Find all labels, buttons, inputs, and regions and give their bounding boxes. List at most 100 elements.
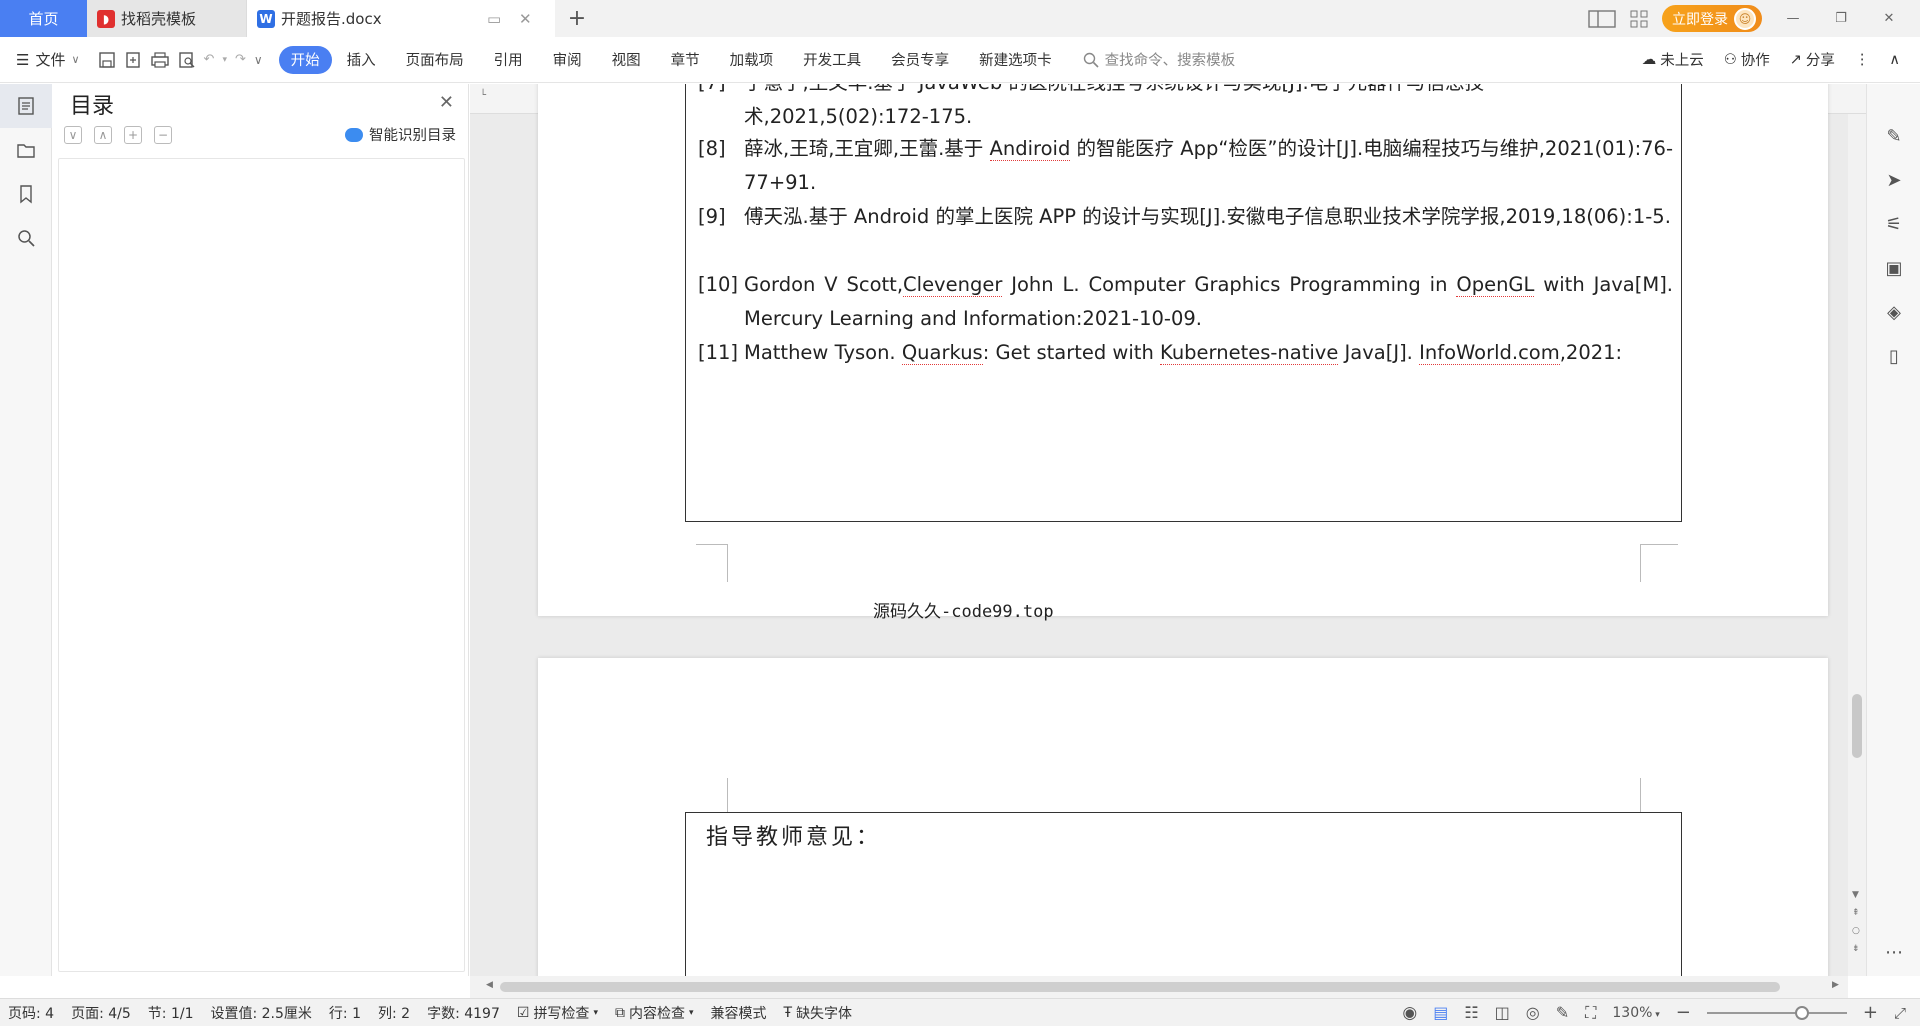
expand-icon[interactable]: ∨ [64, 126, 82, 144]
menu-home[interactable]: 开始 [278, 45, 332, 74]
book-icon: ▯ [1889, 345, 1899, 367]
fit-page-icon[interactable]: ⛶ [1585, 1003, 1596, 1023]
reference-7-line2: 术,2021,5(02):172-175. [744, 105, 973, 128]
tab-template[interactable]: ◗ 找稻壳模板 [87, 0, 247, 37]
eye-protect-icon[interactable]: ◉ [1402, 1003, 1417, 1023]
status-pages[interactable]: 页面: 4/5 [71, 1003, 131, 1023]
zoom-slider-knob[interactable] [1794, 1005, 1809, 1020]
tool-button[interactable]: ◈ [1867, 290, 1920, 334]
customize-dropdown-icon[interactable]: ∨ [254, 53, 263, 67]
compat-mode[interactable]: 兼容模式 [711, 1003, 767, 1023]
command-search[interactable]: 查找命令、搜索模板 [1083, 49, 1236, 70]
tool-button[interactable]: ✎ [1867, 114, 1920, 158]
page-footer: 源码久久-code99.top [873, 602, 1054, 622]
menu-view[interactable]: 视图 [597, 46, 656, 74]
tab-stop-icon[interactable]: └ [480, 90, 486, 101]
zoom-level[interactable]: 130% ▾ [1612, 1005, 1659, 1021]
scroll-left-icon[interactable]: ◀ [486, 980, 493, 990]
next-page-icon[interactable]: ⇟ [1852, 944, 1860, 954]
save-icon[interactable] [98, 51, 116, 69]
zoom-in-icon[interactable]: + [1863, 1002, 1878, 1023]
docer-icon: ◗ [97, 9, 115, 28]
close-tab-icon[interactable]: ✕ [519, 10, 545, 28]
menu-page-layout[interactable]: 页面布局 [391, 46, 479, 74]
restore-button[interactable]: ❐ [1824, 4, 1858, 34]
redo-icon[interactable]: ↷ [235, 52, 246, 67]
crop-mark [1640, 544, 1678, 582]
spell-check-button[interactable]: ☑ 拼写检查 ▾ [517, 1003, 598, 1023]
scroll-down-icon[interactable]: ▼ [1852, 890, 1859, 900]
scroll-right-icon[interactable]: ▶ [1832, 980, 1839, 990]
more-tools-button[interactable]: ⋯ [1867, 930, 1920, 974]
tab-document[interactable]: W 开题报告.docx ▭ ✕ [247, 0, 555, 37]
cloud-status[interactable]: ☁ 未上云 [1642, 49, 1704, 70]
login-button[interactable]: 立即登录 ☺ [1662, 5, 1762, 32]
menu-developer[interactable]: 开发工具 [788, 46, 876, 74]
new-tab-button[interactable]: + [555, 0, 599, 37]
collab-button[interactable]: ⚇ 协作 [1724, 49, 1770, 70]
page-5[interactable]: 指导教师意见： [538, 658, 1828, 976]
horizontal-scrollbar[interactable]: ◀ ▶ [470, 976, 1848, 998]
undo-dropdown-icon[interactable]: ▾ [222, 55, 227, 65]
status-setting[interactable]: 设置值: 2.5厘米 [210, 1003, 311, 1023]
close-icon[interactable]: ✕ [439, 92, 454, 113]
print-preview-icon[interactable] [178, 51, 196, 69]
menu-member[interactable]: 会员专享 [876, 46, 964, 74]
page-view-icon[interactable]: ▤ [1433, 1003, 1448, 1022]
content-check-button[interactable]: ⧉ 内容检查 ▾ [615, 1003, 694, 1023]
menu-references[interactable]: 引用 [479, 46, 538, 74]
tool-button[interactable]: ▯ [1867, 334, 1920, 378]
minimize-button[interactable]: — [1776, 4, 1810, 34]
vertical-scroll-thumb[interactable] [1852, 694, 1862, 758]
export-pdf-icon[interactable] [124, 51, 142, 69]
ref8-spell-underline: Andiroid [989, 137, 1071, 161]
remove-heading-icon[interactable]: − [154, 126, 172, 144]
collapse-icon[interactable]: ∧ [94, 126, 112, 144]
apps-grid-icon[interactable] [1630, 10, 1648, 28]
menu-addins[interactable]: 加载项 [715, 46, 789, 74]
toc-nav-button[interactable] [0, 84, 52, 128]
share-button[interactable]: ↗ 分享 [1790, 49, 1835, 70]
select-browse-icon[interactable]: ○ [1852, 926, 1860, 936]
layout-icon[interactable] [1588, 9, 1616, 28]
status-column[interactable]: 列: 2 [378, 1003, 410, 1023]
missing-font-button[interactable]: Ŧ 缺失字体 [784, 1003, 853, 1023]
more-button[interactable]: ⋮ [1855, 52, 1870, 68]
write-mode-icon[interactable]: ✎ [1556, 1003, 1569, 1022]
page-4[interactable]: [7] 于慧子,王文华.基于 JavaWeb 的医院在线挂号系统设计与实现[J]… [538, 84, 1828, 622]
chapter-nav-button[interactable] [0, 128, 52, 172]
print-icon[interactable] [150, 51, 170, 69]
zoom-slider[interactable] [1706, 1005, 1847, 1020]
status-page-number[interactable]: 页码: 4 [8, 1003, 54, 1023]
bookmark-nav-button[interactable] [0, 172, 52, 216]
tool-button[interactable]: ➤ [1867, 158, 1920, 202]
status-section[interactable]: 节: 1/1 [148, 1003, 194, 1023]
tool-button[interactable]: ▣ [1867, 246, 1920, 290]
add-heading-icon[interactable]: + [124, 126, 142, 144]
menu-insert[interactable]: 插入 [332, 46, 391, 74]
status-word-count[interactable]: 字数: 4197 [427, 1003, 500, 1023]
web-view-icon[interactable]: ◎ [1526, 1003, 1540, 1022]
vertical-scrollbar[interactable]: ▼ ⇞ ○ ⇟ [1848, 114, 1866, 976]
status-row[interactable]: 行: 1 [329, 1003, 361, 1023]
zoom-out-icon[interactable]: − [1676, 1002, 1691, 1023]
pin-window-icon[interactable]: ▭ [487, 10, 513, 28]
menu-new-tab[interactable]: 新建选项卡 [964, 46, 1067, 74]
file-menu[interactable]: ☰ 文件 ∨ [16, 49, 80, 70]
fullscreen-icon[interactable]: ⤢ [1894, 1004, 1906, 1022]
horizontal-scroll-thumb[interactable] [500, 982, 1780, 992]
smart-toc-button[interactable]: 智能识别目录 [345, 124, 456, 145]
menu-review[interactable]: 审阅 [538, 46, 597, 74]
toc-list[interactable] [58, 158, 465, 972]
tab-home[interactable]: 首页 [0, 0, 87, 37]
menu-section[interactable]: 章节 [656, 46, 715, 74]
close-window-button[interactable]: ✕ [1872, 4, 1906, 34]
outline-view-icon[interactable]: ☷ [1464, 1003, 1478, 1022]
collapse-ribbon-button[interactable]: ∧ [1889, 52, 1900, 68]
tool-button[interactable]: ⚟ [1867, 202, 1920, 246]
prev-page-icon[interactable]: ⇞ [1852, 908, 1860, 918]
undo-icon[interactable]: ↶ [204, 52, 215, 67]
command-search-placeholder: 查找命令、搜索模板 [1104, 53, 1236, 69]
reading-view-icon[interactable]: ◫ [1495, 1003, 1510, 1022]
find-nav-button[interactable] [0, 216, 52, 260]
